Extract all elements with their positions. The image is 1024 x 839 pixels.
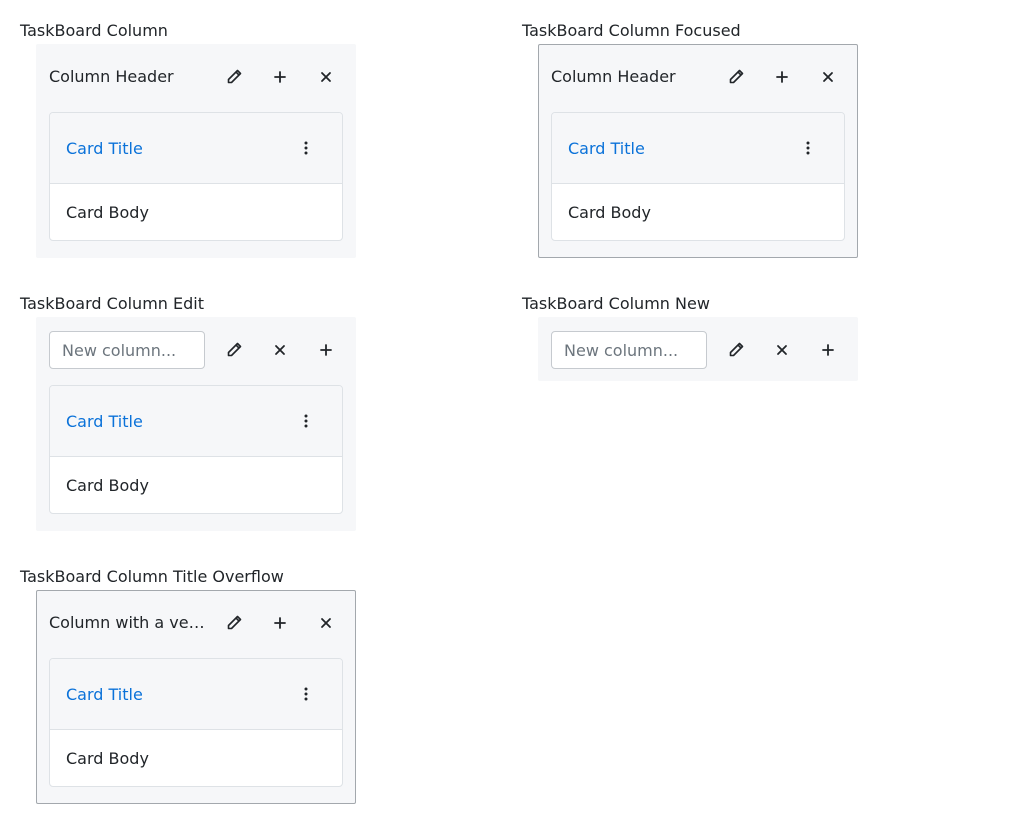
add-card-button[interactable] [257,54,303,100]
task-card: Card Title Card Body [551,112,845,241]
column-title: Column with a very long title that overf… [49,613,211,632]
column-title: Column Header [551,67,676,86]
card-body: Card Body [66,202,149,222]
card-header: Card Title [50,659,342,730]
column-header: Column Header [539,45,857,109]
close-icon [321,618,331,628]
cancel-edit-button[interactable] [257,327,303,373]
card-header: Card Title [552,113,844,184]
plus-icon [274,71,286,83]
plus-icon [274,617,286,629]
card-menu-button[interactable] [788,128,828,168]
delete-column-button[interactable] [303,54,349,100]
column-name-input[interactable] [62,340,192,360]
card-body: Card Body [66,748,149,768]
demo-label: TaskBoard Column Focused [522,21,741,40]
taskboard-column: Column Header Card Title Card Body [36,44,356,258]
add-column-button[interactable] [805,327,851,373]
plus-icon [320,344,332,356]
delete-column-button[interactable] [303,600,349,646]
plus-icon [776,71,788,83]
card-menu-button[interactable] [286,128,326,168]
column-header [37,318,355,382]
card-title-link[interactable]: Card Title [66,412,143,431]
add-card-button[interactable] [257,600,303,646]
edit-column-button[interactable] [211,54,257,100]
edit-column-button[interactable] [713,54,759,100]
column-name-field[interactable] [551,331,707,369]
task-card: Card Title Card Body [49,385,343,514]
column-name-field[interactable] [49,331,205,369]
column-header: Column Header [37,45,355,109]
pencil-icon [729,69,744,84]
column-title: Column Header [49,67,174,86]
card-body: Card Body [66,475,149,495]
page: TaskBoard Column Column Header Card Titl… [0,0,1024,839]
cancel-edit-button[interactable] [759,327,805,373]
card-header: Card Title [50,386,342,457]
demo-label: TaskBoard Column [20,21,168,40]
card-title-link[interactable]: Card Title [568,139,645,158]
task-card: Card Title Card Body [49,658,343,787]
edit-column-button[interactable] [211,327,257,373]
kebab-menu-icon [304,141,308,155]
card-title-link[interactable]: Card Title [66,685,143,704]
kebab-menu-icon [304,414,308,428]
pencil-icon [227,615,242,630]
close-icon [823,72,833,82]
taskboard-column-edit: Card Title Card Body [36,317,356,531]
add-card-button[interactable] [303,327,349,373]
card-header: Card Title [50,113,342,184]
close-icon [321,72,331,82]
demo-label: TaskBoard Column Edit [20,294,204,313]
task-card: Card Title Card Body [49,112,343,241]
plus-icon [822,344,834,356]
card-menu-button[interactable] [286,674,326,714]
close-icon [777,345,787,355]
kebab-menu-icon [806,141,810,155]
taskboard-column-focused: Column Header Card Title Card Body [538,44,858,258]
column-header [539,318,857,382]
kebab-menu-icon [304,687,308,701]
card-title-link[interactable]: Card Title [66,139,143,158]
pencil-icon [227,342,242,357]
demo-label: TaskBoard Column Title Overflow [20,567,284,586]
edit-column-button[interactable] [713,327,759,373]
delete-column-button[interactable] [805,54,851,100]
card-body: Card Body [568,202,651,222]
demo-label: TaskBoard Column New [522,294,710,313]
pencil-icon [227,69,242,84]
column-header: Column with a very long title that overf… [37,591,355,655]
add-card-button[interactable] [759,54,805,100]
column-name-input[interactable] [564,340,694,360]
pencil-icon [729,342,744,357]
edit-column-button[interactable] [211,600,257,646]
close-icon [275,345,285,355]
taskboard-column-overflow: Column with a very long title that overf… [36,590,356,804]
taskboard-column-new [538,317,858,381]
card-menu-button[interactable] [286,401,326,441]
